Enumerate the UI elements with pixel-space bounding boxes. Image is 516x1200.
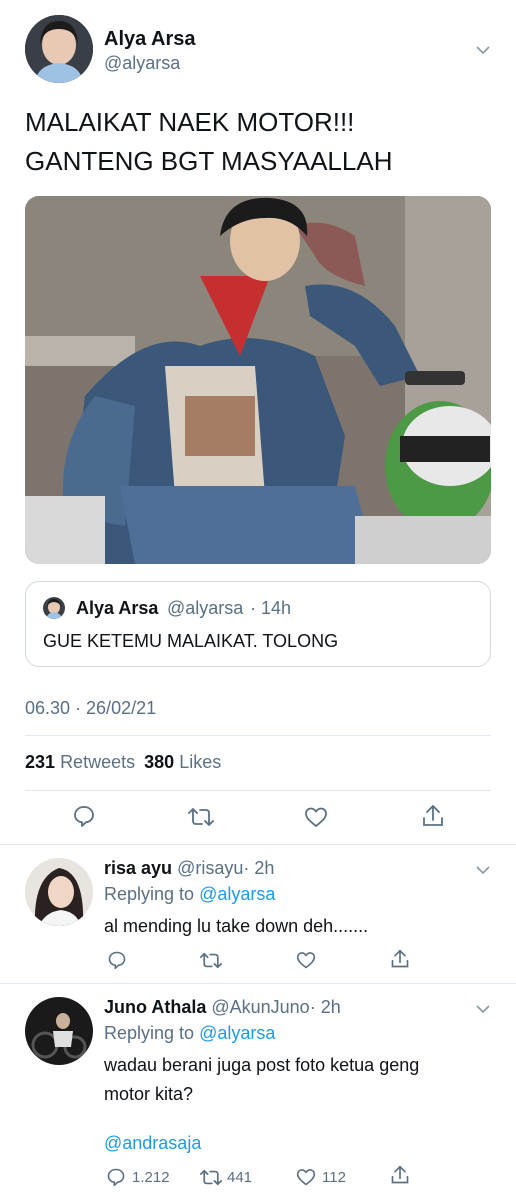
reply-handle[interactable]: @AkunJuno <box>211 997 309 1017</box>
reply-time[interactable]: · 2h <box>310 997 341 1017</box>
share-icon[interactable] <box>390 1164 410 1186</box>
reply-header: Juno Athala @AkunJuno· 2h <box>104 997 341 1018</box>
share-icon[interactable] <box>390 948 410 970</box>
retweet-count[interactable]: 231 <box>25 752 55 772</box>
quoted-tweet-card[interactable]: Alya Arsa @alyarsa · 14h GUE KETEMU MALA… <box>25 581 491 667</box>
retweet-icon[interactable] <box>200 951 222 970</box>
replying-to: Replying to @alyarsa <box>104 884 275 905</box>
retweet-icon[interactable] <box>188 806 214 828</box>
reply-display-name[interactable]: Juno Athala <box>104 997 206 1017</box>
like-icon[interactable] <box>304 805 328 829</box>
reply-display-name[interactable]: risa ayu <box>104 858 172 878</box>
reply-icon[interactable] <box>107 950 127 970</box>
like-icon[interactable] <box>296 950 316 970</box>
replying-to-mention[interactable]: @alyarsa <box>199 1023 275 1043</box>
author-avatar[interactable] <box>25 15 93 83</box>
chevron-down-icon[interactable] <box>476 42 490 55</box>
like-icon <box>296 1167 316 1187</box>
chevron-down-icon[interactable] <box>476 862 490 875</box>
divider <box>0 983 516 984</box>
reply-time[interactable]: · 2h <box>243 858 274 878</box>
author-handle[interactable]: @alyarsa <box>104 53 180 74</box>
reply-mention-link[interactable]: @andrasaja <box>104 1133 201 1154</box>
share-icon[interactable] <box>421 803 445 829</box>
replying-to-label: Replying to <box>104 884 195 904</box>
retweet-label[interactable]: Retweets <box>60 752 135 772</box>
quoted-handle: @alyarsa <box>167 598 244 618</box>
replying-to: Replying to @alyarsa <box>104 1023 275 1044</box>
reply-header: risa ayu @risayu· 2h <box>104 858 274 879</box>
like-label[interactable]: Likes <box>179 752 221 772</box>
quoted-time: · 14h <box>250 598 292 618</box>
retweet-icon <box>200 1168 222 1187</box>
reply-icon[interactable] <box>72 804 96 828</box>
divider <box>25 735 491 736</box>
tweet-text-line-2: GANTENG BGT MASYAALLAH <box>25 146 393 176</box>
quoted-author-avatar <box>43 597 65 619</box>
replying-to-label: Replying to <box>104 1023 195 1043</box>
divider <box>0 844 516 845</box>
replying-to-mention[interactable]: @alyarsa <box>199 884 275 904</box>
like-count[interactable]: 380 <box>144 752 174 772</box>
reply-text-line-2: motor kita? <box>104 1084 194 1104</box>
divider <box>25 790 491 791</box>
reply-avatar[interactable] <box>25 997 93 1065</box>
author-display-name[interactable]: Alya Arsa <box>104 28 196 51</box>
reply-icon <box>106 1167 126 1187</box>
reply-text: al mending lu take down deh....... <box>104 916 369 936</box>
tweet-timestamp[interactable]: 06.30 · 26/02/21 <box>25 698 156 719</box>
tweet-stats: 231 Retweets 380 Likes <box>25 752 221 773</box>
reply-count: 1.212 <box>132 1169 170 1186</box>
quoted-text: GUE KETEMU MALAIKAT. TOLONG <box>43 631 339 651</box>
chevron-down-icon[interactable] <box>476 1001 490 1014</box>
retweet-count: 441 <box>227 1169 253 1186</box>
quoted-display-name: Alya Arsa <box>76 598 159 618</box>
reply-handle[interactable]: @risayu <box>177 858 243 878</box>
like-count: 112 <box>322 1169 346 1186</box>
tweet-text-line-1: MALAIKAT NAEK MOTOR!!! <box>25 107 355 137</box>
reply-avatar[interactable] <box>25 858 93 926</box>
tweet-photo[interactable] <box>25 196 491 564</box>
reply-text-line-1: wadau berani juga post foto ketua geng <box>104 1055 420 1075</box>
